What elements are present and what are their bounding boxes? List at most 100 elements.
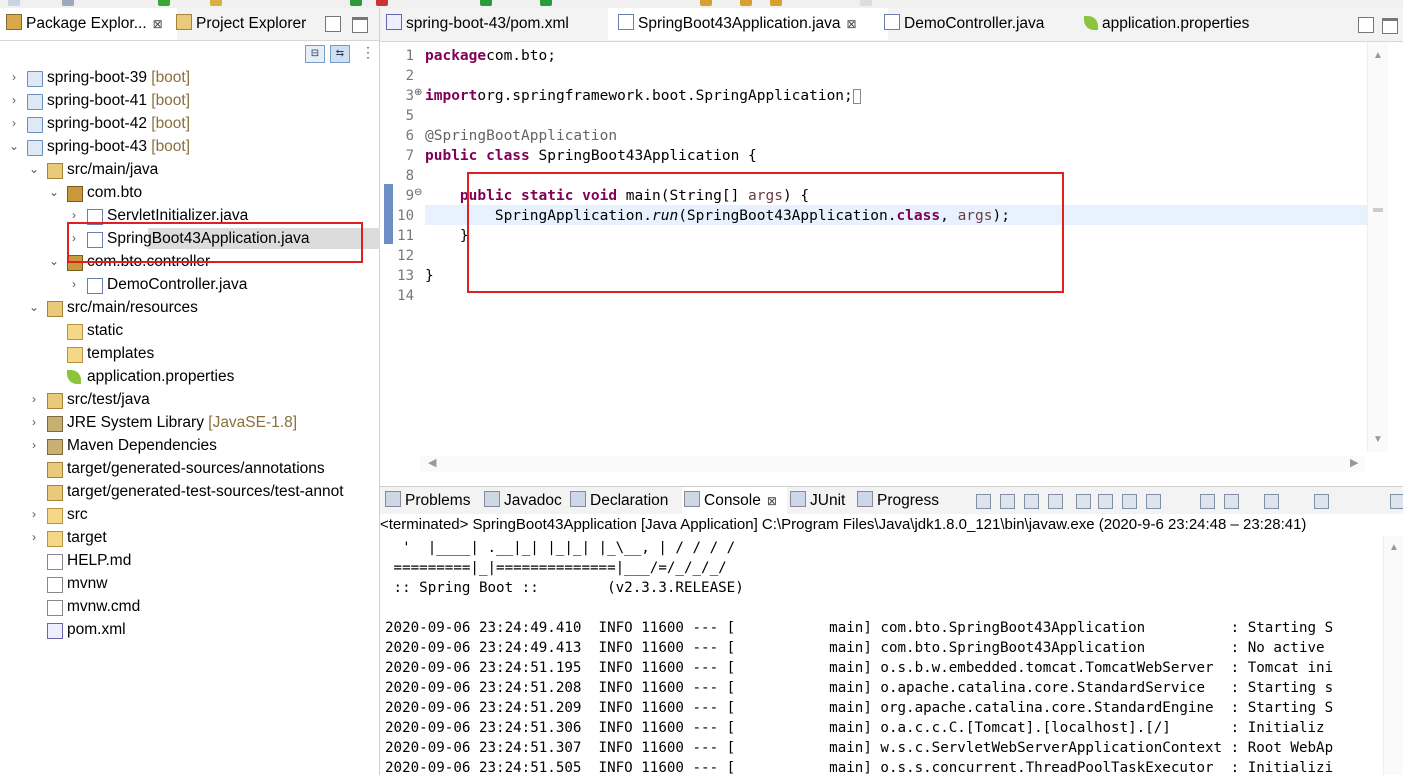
perspective-icon[interactable]: [860, 0, 872, 6]
tree-item[interactable]: › spring-boot-42 [boot]: [0, 112, 379, 135]
tab-democontroller[interactable]: DemoController.java: [884, 8, 1044, 40]
forward-icon[interactable]: [770, 0, 782, 6]
chevron-right-icon[interactable]: ›: [28, 411, 40, 434]
scroll-down-icon[interactable]: ▼: [1373, 434, 1383, 445]
minimize-icon[interactable]: [1314, 494, 1329, 509]
tree-item[interactable]: › Maven Dependencies: [0, 434, 379, 457]
maximize-icon[interactable]: [1382, 18, 1398, 34]
scroll-right-icon[interactable]: ▶: [1350, 456, 1358, 469]
console-output[interactable]: ' |____| .__|_| |_|_| |_\__, | / / / / =…: [380, 536, 1383, 775]
tab-javadoc[interactable]: Javadoc: [484, 487, 562, 515]
tree-item[interactable]: target/generated-sources/annotations: [0, 457, 379, 480]
chevron-right-icon[interactable]: ›: [28, 388, 40, 411]
chevron-right-icon[interactable]: ›: [68, 273, 80, 296]
tree-item[interactable]: › DemoController.java: [0, 273, 379, 296]
debug-icon[interactable]: [376, 0, 388, 6]
console-scrollbar[interactable]: ▲: [1383, 536, 1403, 775]
tab-junit[interactable]: JUnit: [790, 487, 845, 515]
open-console-icon[interactable]: [1224, 494, 1239, 509]
chevron-down-icon[interactable]: ⌄: [48, 250, 60, 273]
tree-item[interactable]: › src/test/java: [0, 388, 379, 411]
tab-progress[interactable]: Progress: [857, 487, 939, 515]
nav-icon[interactable]: [700, 0, 712, 6]
fold-collapse-icon[interactable]: ⊖: [414, 187, 422, 198]
chevron-down-icon[interactable]: ⌄: [8, 135, 20, 158]
edit-icon[interactable]: [210, 0, 222, 6]
link-with-editor-icon[interactable]: ⇆: [330, 45, 350, 63]
tree-item[interactable]: application.properties: [0, 365, 379, 388]
chevron-right-icon[interactable]: ›: [8, 112, 20, 135]
remove-launch-icon[interactable]: [1024, 494, 1039, 509]
chevron-down-icon[interactable]: ⌄: [28, 158, 40, 181]
tab-pom-xml[interactable]: spring-boot-43/pom.xml: [386, 8, 569, 40]
tree-item[interactable]: HELP.md: [0, 549, 379, 572]
code-editor[interactable]: 1 packagecom.bto; 2 3 ⊕ importorg.springframe…: [380, 42, 1403, 477]
chevron-right-icon[interactable]: ›: [28, 434, 40, 457]
close-icon[interactable]: ⊠: [767, 494, 777, 508]
scroll-thumb[interactable]: [1373, 208, 1383, 212]
remove-all-icon[interactable]: [1048, 494, 1063, 509]
pin-icon[interactable]: [1098, 494, 1113, 509]
tree-item[interactable]: › spring-boot-39 [boot]: [0, 66, 379, 89]
scroll-lock-icon[interactable]: [1076, 494, 1091, 509]
tree-item[interactable]: mvnw: [0, 572, 379, 595]
tree-item[interactable]: target/generated-test-sources/test-annot: [0, 480, 379, 503]
tree-item[interactable]: static: [0, 319, 379, 342]
vertical-scrollbar[interactable]: ▲ ▼: [1367, 42, 1388, 452]
chevron-right-icon[interactable]: ›: [8, 89, 20, 112]
line-number: 10: [397, 208, 414, 224]
tree-item[interactable]: › target: [0, 526, 379, 549]
chevron-down-icon[interactable]: ⌄: [48, 181, 60, 204]
tree-item[interactable]: pom.xml: [0, 618, 379, 641]
tree-item[interactable]: ⌄ src/main/resources: [0, 296, 379, 319]
scroll-up-icon[interactable]: ▲: [1373, 50, 1383, 61]
scroll-up-icon[interactable]: ▲: [1389, 542, 1399, 553]
tree-item[interactable]: ⌄ src/main/java: [0, 158, 379, 181]
run-icon[interactable]: [350, 0, 362, 6]
back-icon[interactable]: [740, 0, 752, 6]
run-last-icon[interactable]: [480, 0, 492, 6]
tab-package-explorer[interactable]: Package Explor... ⊠: [0, 8, 177, 40]
show-err-icon[interactable]: [1146, 494, 1161, 509]
tree-item[interactable]: › src: [0, 503, 379, 526]
chevron-down-icon[interactable]: ⌄: [28, 296, 40, 319]
chevron-right-icon[interactable]: ›: [28, 503, 40, 526]
maximize-icon[interactable]: [352, 17, 368, 33]
terminate-icon[interactable]: [1000, 494, 1015, 509]
new-console-icon[interactable]: [1264, 494, 1279, 509]
tab-application-properties[interactable]: application.properties: [1084, 8, 1249, 40]
chevron-right-icon[interactable]: ›: [8, 66, 20, 89]
chevron-right-icon[interactable]: ›: [28, 526, 40, 549]
display-console-icon[interactable]: [1200, 494, 1215, 509]
collapse-all-icon[interactable]: ⊟: [305, 45, 325, 63]
maximize-icon[interactable]: [1390, 494, 1403, 509]
minimize-icon[interactable]: [325, 16, 341, 32]
tab-project-explorer[interactable]: Project Explorer: [172, 8, 306, 40]
fold-expand-icon[interactable]: ⊕: [414, 87, 422, 98]
tab-console[interactable]: Console ⊠: [682, 487, 787, 515]
close-icon[interactable]: ⊠: [153, 17, 163, 31]
minimize-icon[interactable]: [1358, 17, 1374, 33]
ok-icon[interactable]: [158, 0, 170, 6]
scroll-left-icon[interactable]: ◀: [428, 456, 436, 469]
view-menu-icon[interactable]: ⋮: [361, 44, 375, 61]
show-out-icon[interactable]: [1122, 494, 1137, 509]
console-line: 2020-09-06 23:24:49.413 INFO 11600 --- […: [385, 640, 1325, 656]
clear-console-icon[interactable]: [976, 494, 991, 509]
close-icon[interactable]: ⊠: [847, 17, 857, 31]
tab-problems[interactable]: Problems: [385, 487, 470, 515]
save-icon[interactable]: [62, 0, 74, 6]
tree-item[interactable]: templates: [0, 342, 379, 365]
tree-item[interactable]: mvnw.cmd: [0, 595, 379, 618]
tree-item-label: com.bto: [87, 181, 142, 204]
tree-item[interactable]: › spring-boot-41 [boot]: [0, 89, 379, 112]
tree-item[interactable]: ⌄ com.bto: [0, 181, 379, 204]
coverage-icon[interactable]: [540, 0, 552, 6]
tab-springboot43application[interactable]: SpringBoot43Application.java ⊠: [608, 8, 888, 40]
new-icon[interactable]: [8, 0, 20, 6]
horizontal-scrollbar[interactable]: ◀ ▶: [420, 456, 1365, 472]
tab-declaration[interactable]: Declaration: [570, 487, 668, 515]
maven-project-icon: [27, 71, 43, 87]
tree-item[interactable]: ⌄ spring-boot-43 [boot]: [0, 135, 379, 158]
tree-item[interactable]: › JRE System Library [JavaSE-1.8]: [0, 411, 379, 434]
